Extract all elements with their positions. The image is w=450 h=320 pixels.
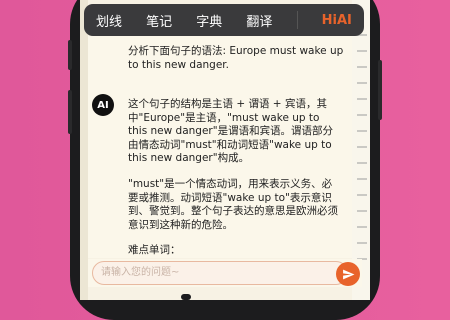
chat-panel[interactable]: 分析下面句子的语法: Europe must wake up to this n… bbox=[88, 36, 352, 258]
screen: 划线 笔记 字典 翻译 HiAI 分析下面句子的语法: Europe must … bbox=[80, 0, 370, 300]
tab-hiai[interactable]: HiAI bbox=[322, 13, 352, 28]
question-input[interactable]: 请输入您的问题~ bbox=[92, 261, 348, 285]
answer-paragraph: "must"是一个情态动词，用来表示义务、必要或推测。动词短语"wake up … bbox=[128, 177, 338, 231]
input-bar: 请输入您的问题~ bbox=[88, 259, 362, 287]
home-indicator bbox=[181, 294, 191, 300]
phone-side-button bbox=[68, 90, 72, 134]
user-question: 分析下面句子的语法: Europe must wake up to this n… bbox=[128, 45, 344, 71]
phone-side-button bbox=[378, 60, 382, 120]
tab-dictionary[interactable]: 字典 bbox=[196, 11, 222, 30]
send-icon bbox=[342, 269, 354, 279]
ai-answer: 这个句子的结构是主语 + 谓语 + 宾语，其中"Europe"是主语，"must… bbox=[128, 98, 338, 258]
toolbar-divider bbox=[296, 11, 298, 29]
page-edge-left bbox=[80, 0, 88, 300]
phone-side-button bbox=[68, 40, 72, 70]
send-button[interactable] bbox=[336, 262, 360, 286]
ai-avatar: AI bbox=[92, 94, 114, 116]
answer-paragraph: 这个句子的结构是主语 + 谓语 + 宾语，其中"Europe"是主语，"must… bbox=[128, 98, 334, 165]
tab-underline[interactable]: 划线 bbox=[96, 11, 122, 30]
tab-translate[interactable]: 翻译 bbox=[246, 11, 272, 30]
answer-paragraph: 难点单词： bbox=[128, 244, 181, 257]
tab-notes[interactable]: 笔记 bbox=[146, 11, 172, 30]
page-edge-right bbox=[352, 0, 370, 300]
reader-toolbar: 划线 笔记 字典 翻译 HiAI bbox=[84, 4, 364, 36]
